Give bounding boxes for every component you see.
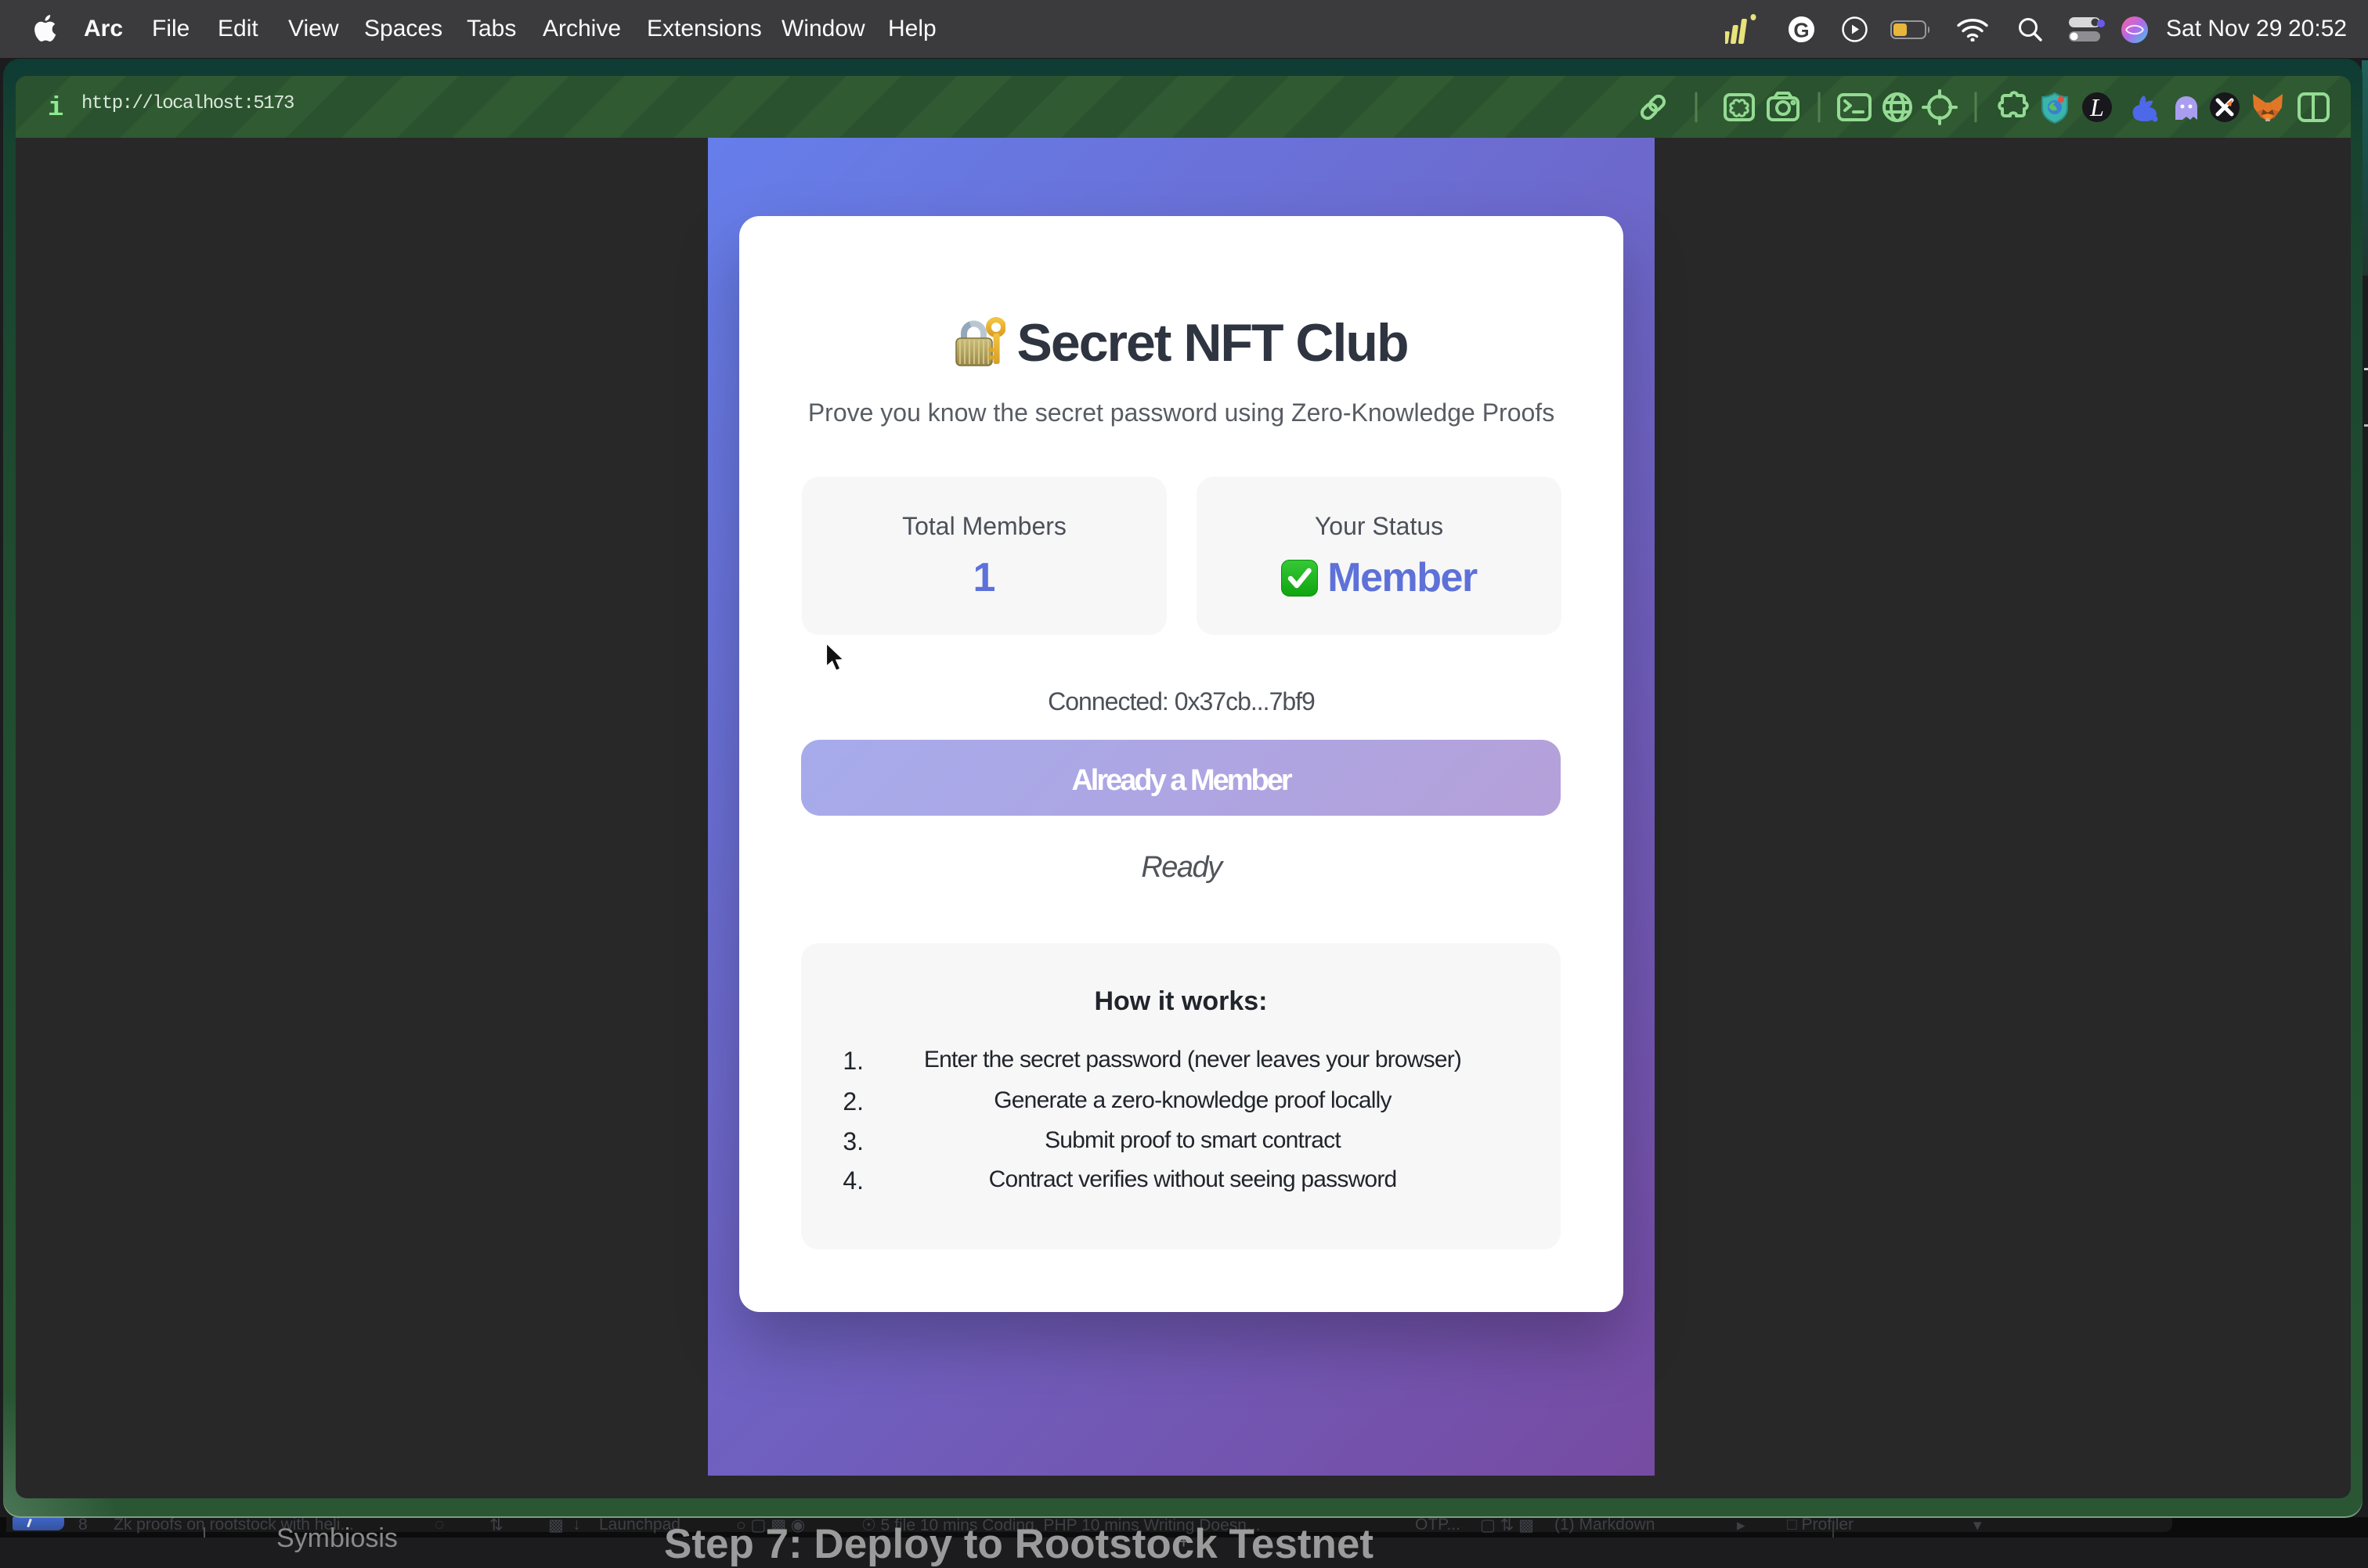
svg-text:G: G [1793, 19, 1809, 42]
svg-text:L: L [2089, 93, 2104, 121]
